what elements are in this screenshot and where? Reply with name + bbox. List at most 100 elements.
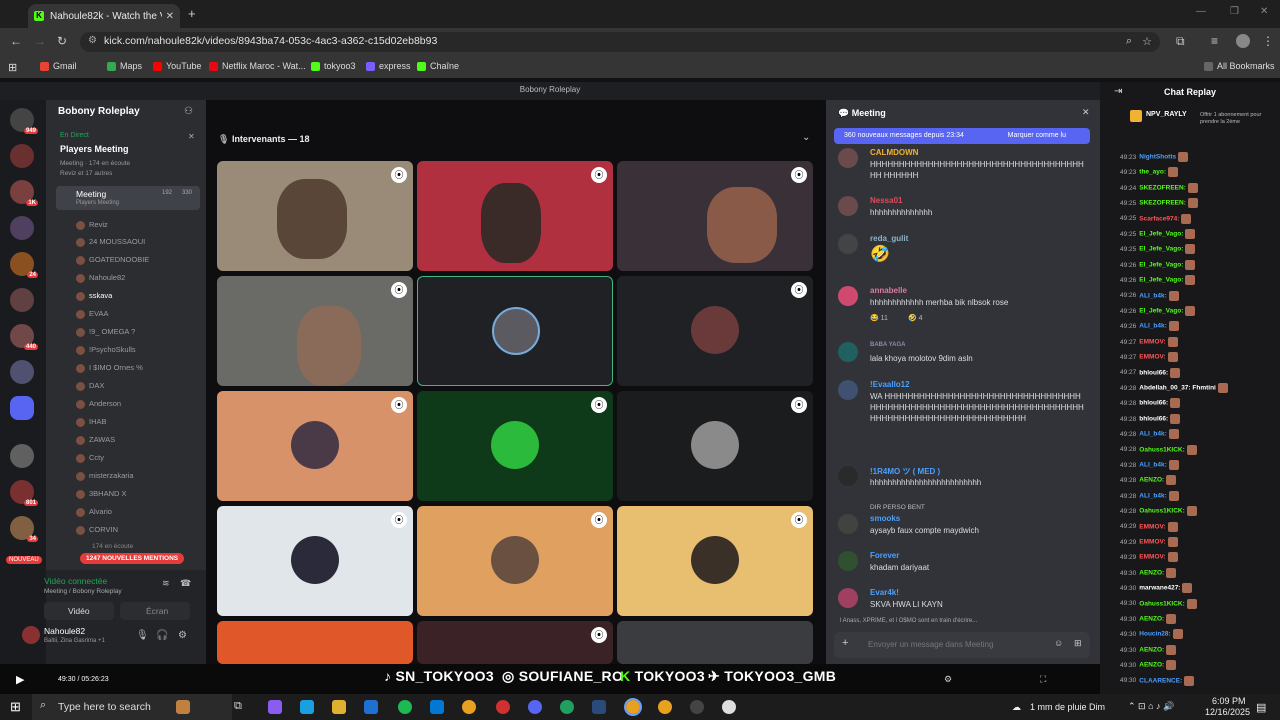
replay-username[interactable]: Houcin28: [1139,631,1170,638]
menu-icon[interactable]: ⋮ [1262,34,1274,48]
server-icon[interactable] [10,396,34,420]
replay-username[interactable]: CLAARENCE: [1139,677,1182,684]
server-icon[interactable] [10,288,34,312]
add-member-icon[interactable]: ⚇ [184,106,193,117]
member-row[interactable]: CORVIN [76,525,118,535]
replay-username[interactable]: El_Jefe_Vago: [1139,231,1183,238]
participant-tile[interactable]: ⦿ [417,621,613,664]
replay-username[interactable]: the_ayo: [1139,169,1166,176]
participant-tile[interactable] [617,621,813,664]
server-name[interactable]: Bobony Roleplay [58,106,140,117]
profile-avatar[interactable] [1236,34,1250,48]
replay-username[interactable]: EMMOV: [1139,554,1165,561]
member-row[interactable]: 3BHAND X [76,489,127,499]
replay-username[interactable]: NightShotts [1139,154,1176,161]
member-row[interactable]: GOATEDNOOBIE [76,255,149,265]
replay-username[interactable]: bhloul66: [1139,369,1168,376]
app-icon[interactable] [496,700,510,714]
server-icon[interactable] [10,444,34,468]
spotify-icon[interactable] [398,700,412,714]
participant-tile[interactable]: ⦿ [217,506,413,616]
weather-text[interactable]: 1 mm de pluie Dim [1030,702,1105,712]
windows-start-icon[interactable]: ⊞ [10,699,21,715]
member-row[interactable]: Anderson [76,399,121,409]
new-tab-button[interactable]: + [188,6,196,21]
replay-username[interactable]: AENZO: [1139,570,1164,577]
member-row[interactable]: !PsychoSkulls [76,345,136,355]
headset-icon[interactable]: 🎧 [156,630,168,641]
member-row[interactable]: DAX [76,381,104,391]
maximize-icon[interactable]: ❐ [1230,6,1239,17]
reaction-pill[interactable]: 😂 11 [870,314,888,322]
all-bookmarks[interactable]: All Bookmarks [1204,61,1275,71]
file-explorer-icon[interactable] [332,700,346,714]
store-icon[interactable] [364,700,378,714]
user-name[interactable]: Nahoule82 [44,626,85,636]
server-icon[interactable]: 801 [10,480,38,506]
replay-username[interactable]: Oahuss1KICK: [1139,446,1185,453]
member-row[interactable]: sskava [76,291,112,301]
participant-tile[interactable]: ⦿ [617,391,813,501]
replay-username[interactable]: EMMOV: [1139,339,1165,346]
close-window-icon[interactable]: ✕ [1260,6,1268,17]
replay-username[interactable]: AENZO: [1139,477,1164,484]
noise-icon[interactable]: ≋ [162,578,170,589]
participant-tile-video[interactable]: ⦿ [217,276,413,386]
chevron-down-icon[interactable]: ⌄ [802,132,810,143]
settings-icon[interactable]: ⚙ [944,674,952,685]
replay-username[interactable]: EMMOV: [1139,354,1165,361]
participant-tile[interactable] [217,621,413,664]
new-messages-banner[interactable]: 360 nouveaux messages depuis 23:34 Marqu… [834,128,1090,144]
forward-icon[interactable]: → [34,34,46,48]
playlist-icon[interactable]: ≡ [1211,34,1218,48]
notification-icon[interactable]: ▤ [1256,701,1266,714]
reaction-pill[interactable]: 🤣 4 [908,314,923,322]
replay-username[interactable]: ALI_b4k: [1139,323,1166,330]
mark-read-button[interactable]: Marquer comme lu [1008,132,1066,139]
user-avatar[interactable] [22,626,40,644]
participant-tile-speaking[interactable] [417,276,613,386]
participant-tile-video[interactable]: ⦿ [417,161,613,271]
member-row[interactable]: Reviz [76,220,108,230]
close-stage-icon[interactable]: ✕ [188,132,195,141]
mail-icon[interactable] [430,700,444,714]
participant-tile[interactable]: ⦿ [617,276,813,386]
replay-username[interactable]: EMMOV: [1139,523,1165,530]
chrome-icon[interactable] [658,700,672,714]
close-chat-icon[interactable]: ✕ [1082,107,1090,118]
extensions-icon[interactable]: ⧉ [1176,34,1185,49]
discord-icon[interactable] [528,700,542,714]
replay-username[interactable]: bhloul66: [1139,400,1168,407]
server-icon[interactable]: 949 [10,108,38,134]
member-row[interactable]: I $IMO Ornes % [76,363,143,373]
task-view-icon[interactable]: ⧉ [234,700,248,714]
participant-tile[interactable]: ⦿ [417,506,613,616]
member-row[interactable]: EVAA [76,309,108,319]
replay-username[interactable]: ALI_b4k: [1139,431,1166,438]
add-attachment-icon[interactable]: + [842,637,848,649]
participant-tile-video[interactable]: ⦿ [217,161,413,271]
message-composer[interactable]: + Envoyer un message dans Meeting ☺ ⊞ [834,632,1090,658]
emoji-icon[interactable]: ☺ [1054,638,1063,648]
site-info-icon[interactable]: ⚙ [88,35,97,46]
play-icon[interactable]: ▶ [16,673,24,686]
active-tab[interactable]: K Nahoule82k - Watch the VOD o ✕ [28,4,180,28]
member-row[interactable]: Alvario [76,507,112,517]
zoom-icon[interactable]: ⌕ [1126,35,1132,48]
member-row[interactable]: !9_ OMEGA ? [76,327,135,337]
back-icon[interactable]: ← [10,34,22,48]
close-tab-icon[interactable]: ✕ [166,11,174,22]
replay-username[interactable]: Abdellah_00_37: Fhmtini [1139,385,1216,392]
minimize-icon[interactable]: — [1196,6,1206,17]
member-row[interactable]: Ccty [76,453,104,463]
bookmark-star-icon[interactable]: ☆ [1142,35,1152,48]
bookmark-netflix[interactable]: Netflix Maroc - Wat... [209,61,306,71]
member-row[interactable]: misterzakaria [76,471,134,481]
replay-username[interactable]: marwane427: [1139,585,1180,592]
widget-thumbnail[interactable] [176,700,190,714]
participant-tile[interactable]: ⦿ [417,391,613,501]
voice-channel-meeting[interactable]: Meeting Players Meeting 192 330 [56,186,200,210]
bookmark-maps[interactable]: Maps [107,61,142,71]
replay-username[interactable]: El_Jefe_Vago: [1139,308,1183,315]
copilot-icon[interactable] [268,700,282,714]
